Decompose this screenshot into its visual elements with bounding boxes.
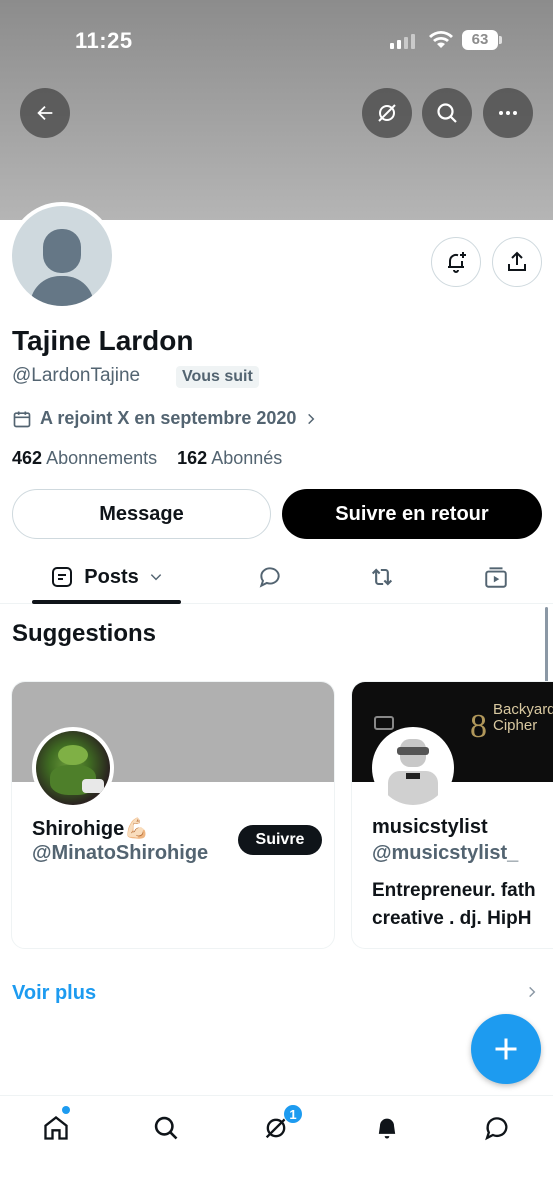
chat-bubble-icon	[485, 1117, 508, 1141]
home-notification-dot	[62, 1106, 70, 1114]
banner-number: 8	[470, 708, 487, 745]
following-count: 462	[12, 448, 43, 468]
repost-icon	[371, 568, 393, 586]
signal-icon	[390, 33, 415, 49]
status-bar: 11:25 63	[0, 0, 553, 80]
follow-back-button[interactable]: Suivre en retour	[282, 489, 542, 539]
profile-name: Tajine Lardon	[12, 325, 194, 356]
more-icon	[499, 111, 517, 115]
reply-bubble-icon	[259, 567, 280, 588]
more-button[interactable]	[483, 88, 533, 138]
nav-search[interactable]	[146, 1108, 186, 1148]
wifi-icon	[428, 30, 454, 55]
chevron-right-icon[interactable]	[525, 984, 539, 1005]
share-button[interactable]	[492, 237, 542, 287]
home-icon	[44, 1116, 68, 1140]
following-label: Abonnements	[46, 448, 158, 468]
bell-icon	[378, 1118, 396, 1139]
grok-button[interactable]	[362, 88, 412, 138]
plus-icon	[495, 1038, 517, 1060]
nav-notifications[interactable]	[367, 1108, 407, 1148]
card-name: musicstylist	[372, 816, 488, 838]
chevron-right-icon	[308, 413, 315, 424]
see-more-link[interactable]: Voir plus	[12, 982, 96, 1005]
card-bio-line2: creative . dj. HipH	[372, 908, 532, 929]
tab-media[interactable]	[476, 550, 516, 604]
battery-indicator: 63	[462, 30, 502, 50]
bell-plus-icon	[448, 252, 466, 273]
grok-icon	[378, 104, 396, 122]
search-icon	[154, 1116, 178, 1140]
card-bio: Entrepreneur. fath creative . dj. HipH	[372, 877, 536, 933]
video-icon	[485, 567, 507, 588]
back-button[interactable]	[20, 88, 70, 138]
card-avatar[interactable]	[32, 727, 114, 809]
banner-text-line2: Cipher	[493, 717, 538, 734]
compose-button[interactable]	[471, 1014, 541, 1084]
person-avatar-image	[376, 731, 450, 805]
tab-posts[interactable]: Posts	[32, 550, 181, 604]
share-icon	[508, 251, 526, 271]
calendar-icon	[13, 411, 31, 427]
follows-you-badge: Vous suit	[176, 366, 259, 388]
logo-icon	[374, 716, 394, 730]
follow-suggestion-button[interactable]: Suivre	[238, 825, 322, 855]
followers-link[interactable]: 162 Abonnés	[177, 448, 282, 468]
join-date-text: A rejoint X en septembre 2020	[40, 408, 297, 428]
tab-reposts[interactable]	[362, 550, 402, 604]
suggestion-card[interactable]: 8 Backyard Cipher musicstylist @musicsty…	[351, 681, 553, 949]
message-button[interactable]: Message	[12, 489, 271, 539]
tab-replies[interactable]	[250, 550, 290, 604]
tab-posts-label: Posts	[84, 565, 139, 588]
card-name: Shirohige💪🏻	[32, 818, 150, 840]
follow-stats: 462 Abonnements 162 Abonnés	[12, 448, 282, 469]
bottom-navigation: 1	[0, 1095, 553, 1200]
grok-badge: 1	[283, 1104, 303, 1124]
back-arrow-icon	[37, 105, 53, 121]
join-date[interactable]: A rejoint X en septembre 2020	[12, 408, 318, 429]
chevron-down-icon	[150, 574, 161, 581]
search-icon	[437, 103, 457, 123]
search-button[interactable]	[422, 88, 472, 138]
following-link[interactable]: 462 Abonnements	[12, 448, 157, 468]
profile-handle: @LardonTajine	[12, 365, 141, 386]
posts-icon	[52, 567, 73, 587]
banner-text: Backyard Cipher	[493, 702, 553, 734]
default-avatar-icon	[12, 206, 112, 306]
profile-tabs: Posts	[0, 550, 553, 604]
followers-count: 162	[177, 448, 208, 468]
status-time: 11:25	[75, 28, 133, 53]
suggestion-card[interactable]: Shirohige💪🏻 @MinatoShirohige Suivre	[11, 681, 335, 949]
card-bio-line1: Entrepreneur. fath	[372, 880, 536, 901]
profile-avatar[interactable]	[8, 202, 116, 310]
active-tab-indicator	[32, 600, 181, 604]
banner-text-line1: Backyard	[493, 701, 553, 718]
frog-avatar-image	[36, 731, 110, 805]
suggestions-title: Suggestions	[12, 620, 157, 647]
card-handle: @MinatoShirohige	[32, 842, 209, 864]
followers-label: Abonnés	[211, 448, 283, 468]
nav-home[interactable]	[36, 1108, 76, 1148]
card-handle: @musicstylist_	[372, 842, 519, 864]
nav-messages[interactable]	[477, 1108, 517, 1148]
notifications-subscribe-button[interactable]	[431, 237, 481, 287]
card-avatar[interactable]	[372, 727, 454, 809]
